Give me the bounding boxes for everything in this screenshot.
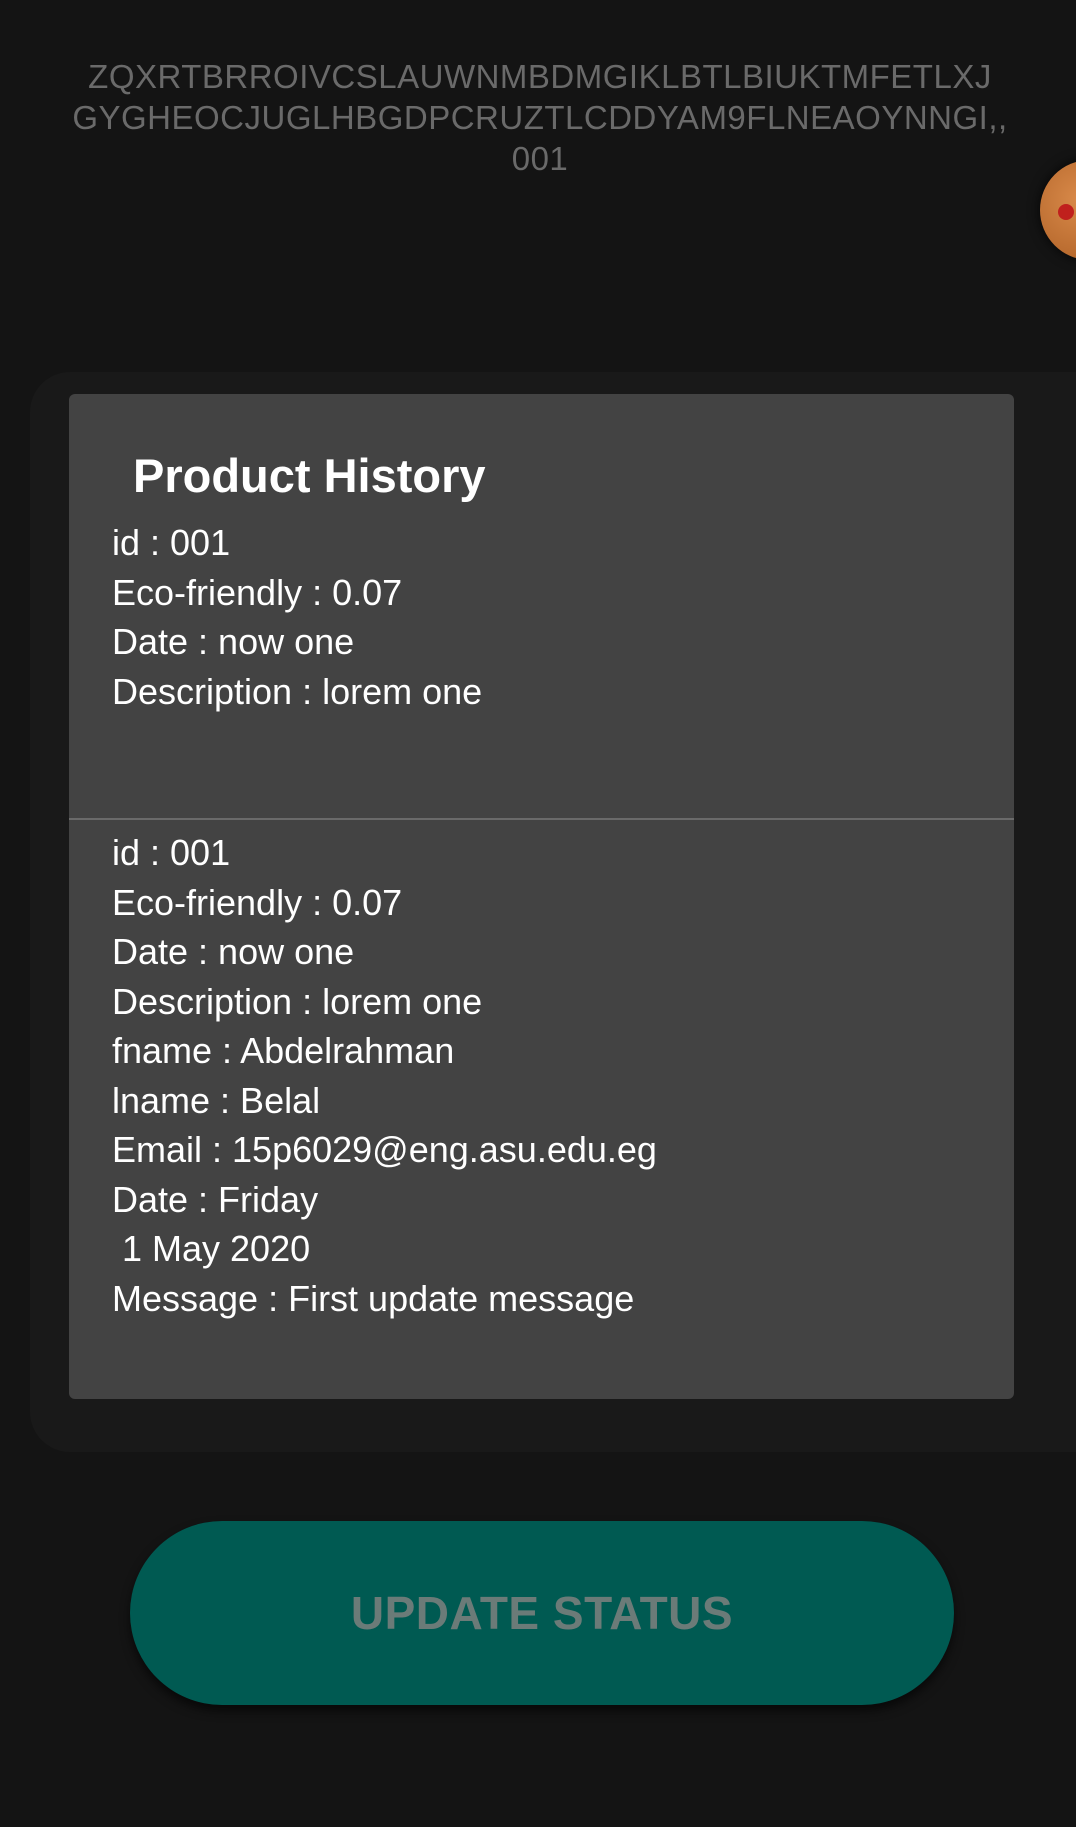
update-status-button[interactable]: UPDATE STATUS xyxy=(130,1521,954,1705)
product-hash-text: ZQXRTBRROIVCSLAUWNMBDMGIKLBTLBIUKTMFETLX… xyxy=(60,56,1020,179)
record-message: Message : First update message xyxy=(112,1277,635,1319)
record-id: id : 001 xyxy=(112,832,231,873)
history-record: id : 001 Eco-friendly : 0.07 Date : now … xyxy=(112,828,657,1323)
record-description: Description : lorem one xyxy=(112,980,483,1022)
record-update-date-cont: 1 May 2020 xyxy=(112,1228,311,1269)
record-date: Date : now one xyxy=(112,931,355,972)
record-fname: fname : Abdelrahman xyxy=(112,1030,455,1071)
record-lname: lname : Belal xyxy=(112,1079,321,1121)
record-eco-friendly: Eco-friendly : 0.07 xyxy=(112,881,403,923)
dialog-title: Product History xyxy=(133,449,486,502)
hash-line: GYGHEOCJUGLHBGDPCRUZTLCDDYAM9FLNEAOYNNGI… xyxy=(72,99,1008,136)
floating-action-button[interactable] xyxy=(1040,160,1076,260)
hash-line: 001 xyxy=(511,140,569,177)
record-date: Date : now one xyxy=(112,621,355,662)
record-dot-icon xyxy=(1058,204,1074,220)
hash-line: ZQXRTBRROIVCSLAUWNMBDMGIKLBTLBIUKTMFETLX… xyxy=(88,58,992,95)
product-history-dialog: Product History id : 001 Eco-friendly : … xyxy=(69,394,1014,1399)
history-record: id : 001 Eco-friendly : 0.07 Date : now … xyxy=(112,518,482,716)
record-email: Email : 15p6029@eng.asu.edu.eg xyxy=(112,1129,657,1170)
record-id: id : 001 xyxy=(112,522,231,563)
record-eco-friendly: Eco-friendly : 0.07 xyxy=(112,571,403,613)
record-divider xyxy=(69,818,1014,820)
record-update-date: Date : Friday xyxy=(112,1178,319,1220)
screen: ZQXRTBRROIVCSLAUWNMBDMGIKLBTLBIUKTMFETLX… xyxy=(0,0,1076,1827)
record-description: Description : lorem one xyxy=(112,670,483,712)
